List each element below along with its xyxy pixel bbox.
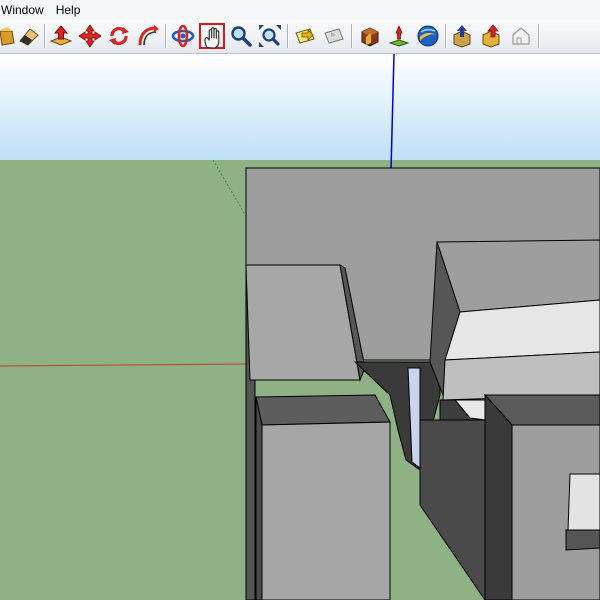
menu-help[interactable]: Help (50, 0, 87, 20)
eraser-icon[interactable] (16, 23, 42, 49)
move-icon[interactable] (77, 23, 103, 49)
rotate-icon[interactable] (106, 23, 132, 49)
place-model-icon[interactable] (386, 23, 412, 49)
toolbar (0, 20, 600, 54)
right-upper-block-ledge (442, 351, 600, 401)
push-pull-icon[interactable] (48, 23, 74, 49)
front-pillar-front-face (261, 421, 391, 600)
menu-bar: Window Help (0, 0, 600, 20)
front-pillar-side-face (255, 396, 263, 600)
orbit-icon[interactable] (170, 23, 196, 49)
modeling-viewport[interactable] (0, 54, 600, 600)
zoom-icon[interactable] (228, 23, 254, 49)
front-pillar-top-face (255, 394, 391, 426)
scene-canvas[interactable] (0, 54, 600, 600)
menu-window[interactable]: Window (0, 0, 50, 20)
get-models-icon[interactable] (357, 23, 383, 49)
sky (0, 54, 600, 160)
google-earth-icon[interactable] (415, 23, 441, 49)
follow-me-icon[interactable] (135, 23, 161, 49)
share-model-icon[interactable] (450, 23, 476, 49)
zoom-extents-icon[interactable] (257, 23, 283, 49)
get-photo-texture-icon[interactable] (508, 23, 534, 49)
right-upper-block-top-face (436, 239, 600, 313)
small-box-face (567, 473, 600, 531)
next-view-icon[interactable] (321, 23, 347, 49)
share-component-icon[interactable] (479, 23, 505, 49)
small-box-base (565, 529, 600, 551)
right-pillar-side-face (484, 393, 513, 600)
previous-view-icon[interactable] (292, 23, 318, 49)
pan-hand-icon[interactable] (199, 23, 225, 49)
